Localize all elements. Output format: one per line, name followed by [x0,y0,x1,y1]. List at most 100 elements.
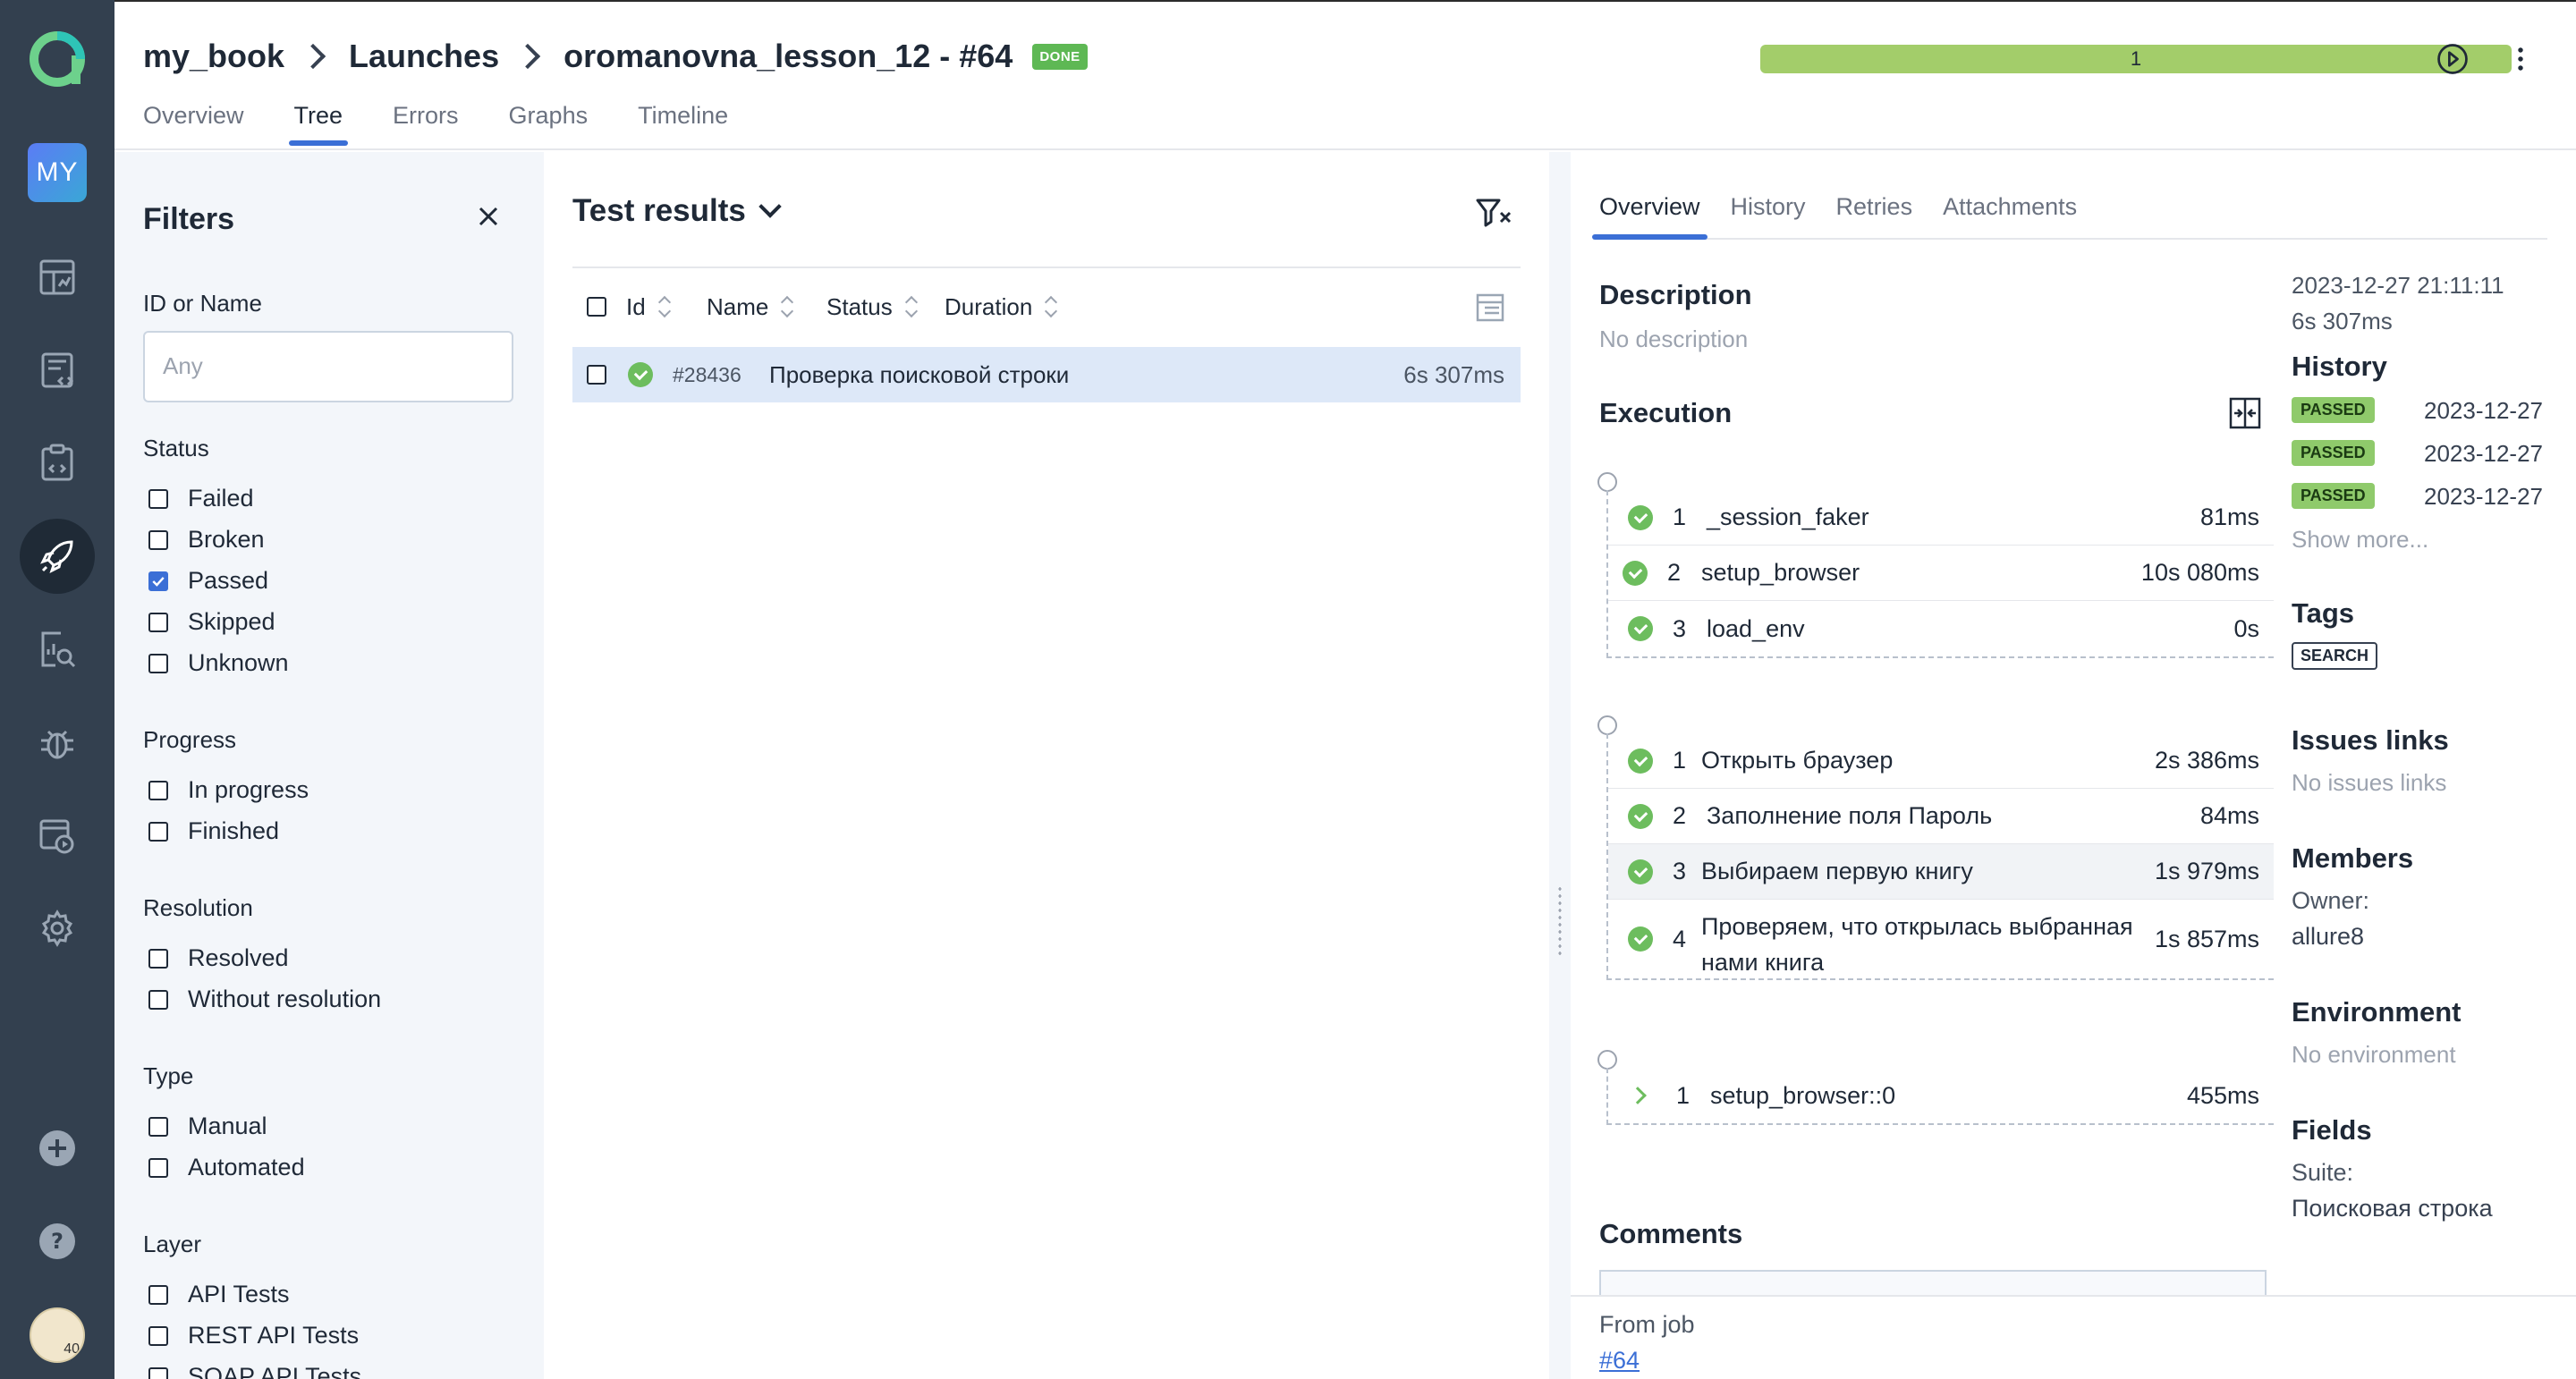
row-id: #28436 [673,362,741,386]
filter-status-failed[interactable]: Failed [148,485,254,512]
tab-timeline[interactable]: Timeline [638,102,728,146]
step-row[interactable]: 2 Заполнение поля Пароль 84ms [1608,789,2274,844]
play-group-icon [1597,715,1617,735]
fields-title: Fields [2292,1114,2372,1146]
run-play-icon[interactable] [2433,39,2472,79]
row-checkbox[interactable] [587,365,606,385]
drag-grip-icon[interactable] [1557,885,1563,957]
column-id[interactable]: Id [626,293,669,321]
checkbox[interactable] [148,989,168,1010]
filter-layer-soap-api[interactable]: SOAP API Tests [148,1363,361,1379]
filter-layer-rest-api[interactable]: REST API Tests [148,1322,359,1349]
passed-status-icon [1628,859,1653,884]
column-settings-icon[interactable] [1472,290,1508,332]
filter-status-skipped[interactable]: Skipped [148,608,275,636]
checkbox[interactable] [148,1116,168,1137]
column-status[interactable]: Status [826,293,916,321]
checkbox-label: Manual [188,1113,267,1139]
show-more-link[interactable]: Show more... [2292,526,2428,554]
tag-badge[interactable]: SEARCH [2292,642,2378,670]
step-row[interactable]: 2 setup_browser 10s 080ms [1608,546,2274,601]
step-duration: 10s 080ms [2140,559,2259,586]
defects-bug-icon[interactable] [20,705,95,780]
step-name: Заполнение поля Пароль [1707,802,1993,829]
step-row[interactable]: 1 Открыть браузер 2s 386ms [1608,733,2274,789]
checkbox[interactable] [148,1284,168,1305]
detail-tab-attachments[interactable]: Attachments [1943,193,2077,238]
history-item[interactable]: PASSED [2292,483,2375,509]
job-link[interactable]: #64 [1599,1347,1640,1375]
clear-filter-icon[interactable] [1474,193,1513,233]
id-or-name-label: ID or Name [143,290,262,317]
panel-resize-handle[interactable] [1549,152,1571,1379]
tags-title: Tags [2292,597,2355,629]
filter-type-automated[interactable]: Automated [148,1154,305,1181]
column-name[interactable]: Name [707,293,792,321]
tab-graphs[interactable]: Graphs [509,102,589,146]
checkbox[interactable] [148,653,168,673]
column-duration[interactable]: Duration [945,293,1055,321]
filter-status-passed[interactable]: Passed [148,567,268,595]
allure-logo-icon[interactable] [27,29,88,89]
checkbox[interactable] [148,948,168,969]
filter-resolution-resolved[interactable]: Resolved [148,944,289,972]
analytics-search-icon[interactable] [20,612,95,687]
filter-layer-api[interactable]: API Tests [148,1281,290,1308]
user-avatar[interactable]: 40 [30,1307,85,1363]
detail-tab-overview[interactable]: Overview [1592,193,1707,240]
checkbox-label: In progress [188,776,309,803]
table-header: Id Name Status Duration [572,266,1521,345]
project-avatar[interactable]: MY [28,143,87,202]
help-icon[interactable]: ? [20,1204,95,1279]
checkbox-checked[interactable] [148,571,168,591]
jobs-icon[interactable] [20,798,95,873]
detail-tab-retries[interactable]: Retries [1836,193,1913,238]
filter-type-manual[interactable]: Manual [148,1113,267,1140]
comments-title: Comments [1599,1218,1743,1249]
checkbox[interactable] [148,780,168,800]
checkbox[interactable] [148,1157,168,1178]
checkbox[interactable] [148,821,168,842]
history-item[interactable]: PASSED [2292,440,2375,466]
detail-tab-history[interactable]: History [1731,193,1806,238]
table-row[interactable]: #28436 Проверка поисковой строки 6s 307m… [572,347,1521,402]
passed-status-icon [1628,926,1653,952]
add-icon[interactable] [20,1111,95,1186]
breadcrumb: my_book Launches oromanovna_lesson_12 - … [143,38,1088,75]
step-duration: 1s 979ms [2154,858,2259,884]
close-icon[interactable] [470,199,506,234]
step-row[interactable]: 3 load_env 0s [1608,601,2274,656]
test-cases-icon[interactable] [20,333,95,408]
tab-errors[interactable]: Errors [393,102,459,146]
breadcrumb-launches[interactable]: Launches [349,38,499,75]
filter-progress-finished[interactable]: Finished [148,817,279,845]
step-row[interactable]: 3 Выбираем первую книгу 1s 979ms [1608,844,2274,900]
tab-tree[interactable]: Tree [288,102,348,146]
more-vertical-icon[interactable] [2501,39,2540,79]
filter-status-unknown[interactable]: Unknown [148,649,289,677]
step-row[interactable]: 4 Проверяем, что открылась выбранная нами… [1608,900,2274,978]
launches-icon[interactable] [20,519,95,594]
passed-status-icon [628,362,653,387]
tab-overview[interactable]: Overview [143,102,244,146]
id-or-name-input[interactable]: Any [143,331,513,402]
checkbox[interactable] [148,612,168,632]
filter-progress-in-progress[interactable]: In progress [148,776,309,804]
filter-resolution-without[interactable]: Without resolution [148,986,381,1013]
checkbox[interactable] [148,529,168,550]
chevron-right-icon[interactable] [1629,1087,1647,1104]
step-row[interactable]: 1 setup_browser::0 455ms [1608,1068,2274,1123]
settings-gear-icon[interactable] [20,891,95,966]
select-all-checkbox[interactable] [587,297,606,317]
dashboards-icon[interactable] [20,240,95,315]
step-row[interactable]: 1 _session_faker 81ms [1608,490,2274,546]
filter-status-broken[interactable]: Broken [148,526,265,554]
test-plans-icon[interactable] [20,426,95,501]
history-item[interactable]: PASSED [2292,397,2375,423]
checkbox[interactable] [148,1366,168,1379]
checkbox[interactable] [148,488,168,509]
results-title-dropdown[interactable]: Test results [572,193,782,229]
breadcrumb-project[interactable]: my_book [143,38,284,75]
checkbox[interactable] [148,1325,168,1346]
expand-collapse-icon[interactable] [2225,393,2265,437]
